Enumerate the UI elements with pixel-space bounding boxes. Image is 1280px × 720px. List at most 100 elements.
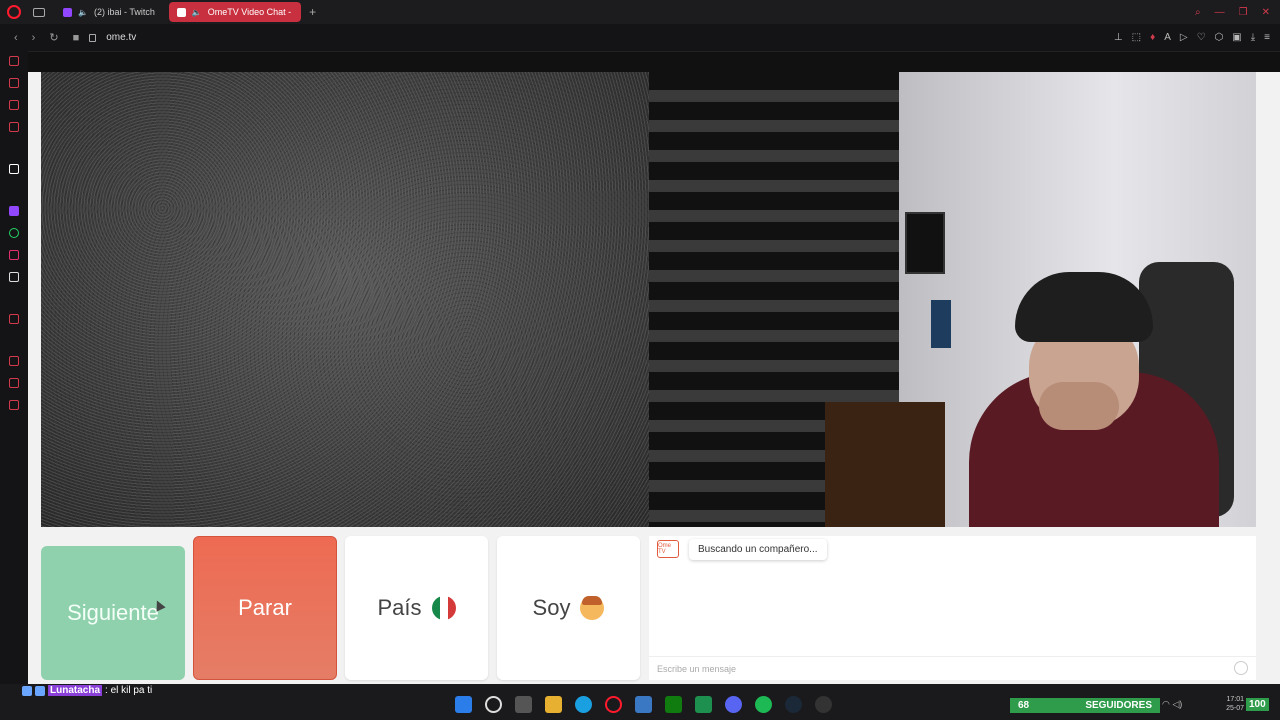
- stream-chat-overlay: Lunatacha : el kil pa ti: [22, 685, 152, 696]
- opera-icon[interactable]: [605, 696, 622, 713]
- instagram-icon[interactable]: [9, 250, 19, 260]
- start-icon[interactable]: [455, 696, 472, 713]
- stop-button[interactable]: Parar: [193, 536, 337, 680]
- system-tray: ◠ ◁): [1162, 699, 1182, 710]
- boy-emoji-icon: [580, 596, 605, 620]
- gender-button[interactable]: Soy: [497, 536, 640, 680]
- next-button-label: Siguiente: [67, 600, 159, 625]
- followers-label: SEGUIDORES: [1085, 700, 1152, 711]
- camera-icon[interactable]: ■: [73, 32, 80, 44]
- game-bar-icon[interactable]: [695, 696, 712, 713]
- crypto-wallet-icon[interactable]: [9, 78, 19, 88]
- static-noise: [41, 72, 649, 527]
- bookmark-icon[interactable]: [9, 100, 19, 110]
- tab-twitch[interactable]: 🔈 (2) ibai - Twitch: [55, 2, 165, 22]
- self-webcam-video: [649, 72, 1256, 527]
- opera-logo-icon[interactable]: [7, 5, 21, 19]
- tiktok-icon[interactable]: [9, 272, 19, 282]
- extensions-icon[interactable]: ⬡: [1215, 32, 1224, 43]
- url-field[interactable]: ome.tv: [106, 32, 136, 43]
- search-tabs-icon[interactable]: ⌕: [1195, 7, 1201, 18]
- chat-badge-icon: [22, 685, 32, 696]
- hand: [1039, 382, 1119, 430]
- chat-badge-icon: [35, 685, 45, 696]
- toolbar-icons: ⊥ ⬚ ♦ A ▷ ♡ ⬡ ▣ ⤓ ≡: [1114, 32, 1280, 43]
- speaker-icon[interactable]: 🔈: [192, 8, 202, 17]
- taskbar-apps: [455, 696, 832, 713]
- lock-icon[interactable]: [89, 33, 97, 42]
- heart-icon[interactable]: ♡: [1197, 32, 1206, 43]
- discord-icon[interactable]: [725, 696, 742, 713]
- tab-ometv[interactable]: 🔈 OmeTV Video Chat -: [168, 2, 302, 22]
- partner-video-static: [41, 72, 649, 527]
- beanie: [1015, 272, 1153, 342]
- back-icon[interactable]: ‹: [14, 32, 18, 44]
- translate-icon[interactable]: A: [1164, 32, 1171, 43]
- reload-icon[interactable]: ↻: [49, 31, 58, 44]
- ometv-favicon-icon: [176, 7, 186, 17]
- steam-icon[interactable]: [785, 696, 802, 713]
- shelf: [825, 402, 945, 527]
- snapshot-icon[interactable]: ⬚: [1132, 32, 1141, 43]
- maximize-icon[interactable]: ❐: [1239, 7, 1248, 18]
- history-icon[interactable]: [9, 356, 19, 366]
- search-icon[interactable]: [485, 696, 502, 713]
- followers-goal: 100: [1246, 698, 1269, 711]
- pinboard-icon[interactable]: [9, 378, 19, 388]
- shield-icon[interactable]: ♦: [1150, 32, 1155, 43]
- window-controls: ⌕ — ❐ ✕: [1195, 7, 1280, 18]
- whatsapp-icon[interactable]: [9, 228, 19, 238]
- play-icon[interactable]: ▷: [1180, 32, 1188, 43]
- ometv-logo-icon: Ome TV: [657, 540, 679, 558]
- browser-sidebar: [0, 44, 28, 684]
- spotify-icon[interactable]: [755, 696, 772, 713]
- twitch-favicon-icon: [63, 7, 72, 17]
- aria-icon[interactable]: [9, 56, 19, 66]
- new-tab-icon[interactable]: +: [309, 5, 316, 19]
- gender-button-label: Soy: [532, 595, 571, 620]
- messenger-icon[interactable]: [9, 122, 19, 132]
- country-button[interactable]: País: [345, 536, 488, 680]
- wallet-icon[interactable]: ▣: [1232, 32, 1241, 43]
- chat-panel: Ome TV Buscando un compañero... Escribe …: [649, 536, 1256, 680]
- obs-icon[interactable]: [815, 696, 832, 713]
- file-explorer-icon[interactable]: [545, 696, 562, 713]
- tab-islands-icon[interactable]: [33, 7, 45, 17]
- followers-current: 68: [1018, 700, 1030, 711]
- settings-icon[interactable]: [9, 400, 19, 410]
- chat-username: Lunatacha: [48, 685, 103, 696]
- followers-goal-bar: 68 SEGUIDORES: [1010, 698, 1160, 713]
- mexico-flag-icon: [431, 596, 456, 620]
- next-button[interactable]: Siguiente: [41, 546, 185, 680]
- windows-taskbar: Lunatacha : el kil pa ti 68 SEGUIDORES ◠…: [0, 684, 1280, 720]
- country-button-label: País: [377, 595, 422, 620]
- clock-date: 25-07: [1226, 705, 1244, 712]
- download-icon[interactable]: ⤓: [1251, 32, 1255, 43]
- streamer: [949, 262, 1234, 527]
- twitch-icon[interactable]: [9, 206, 19, 216]
- store-icon[interactable]: [635, 696, 652, 713]
- minimize-icon[interactable]: —: [1215, 7, 1225, 18]
- task-view-icon[interactable]: [515, 696, 532, 713]
- wifi-icon[interactable]: ◠: [1162, 699, 1170, 709]
- browser-tab-bar: 🔈 (2) ibai - Twitch 🔈 OmeTV Video Chat -…: [0, 0, 1280, 24]
- close-icon[interactable]: ✕: [1262, 7, 1270, 18]
- sidebar-app-icon[interactable]: [9, 164, 19, 174]
- chat-status-message: Buscando un compañero...: [689, 539, 827, 560]
- volume-icon[interactable]: ◁): [1172, 699, 1182, 709]
- wall-poster: [931, 300, 951, 348]
- ometv-page: Siguiente Parar País Soy Ome TV Buscando…: [28, 72, 1280, 684]
- taskbar-clock[interactable]: 17:01 25-07: [1222, 695, 1244, 713]
- menu-icon[interactable]: ≡: [1264, 32, 1270, 43]
- player-icon[interactable]: [9, 314, 19, 324]
- message-input[interactable]: Escribe un mensaje: [649, 656, 1256, 680]
- edge-icon[interactable]: [575, 696, 592, 713]
- clock-time: 17:01: [1226, 696, 1244, 703]
- forward-icon[interactable]: ›: [32, 32, 36, 44]
- pin-icon[interactable]: ⊥: [1114, 32, 1123, 43]
- wall-poster: [905, 212, 945, 274]
- speaker-icon[interactable]: 🔈: [78, 8, 88, 17]
- xbox-icon[interactable]: [665, 696, 682, 713]
- chat-message: : el kil pa ti: [105, 685, 153, 696]
- emoji-picker-icon[interactable]: [1234, 661, 1248, 675]
